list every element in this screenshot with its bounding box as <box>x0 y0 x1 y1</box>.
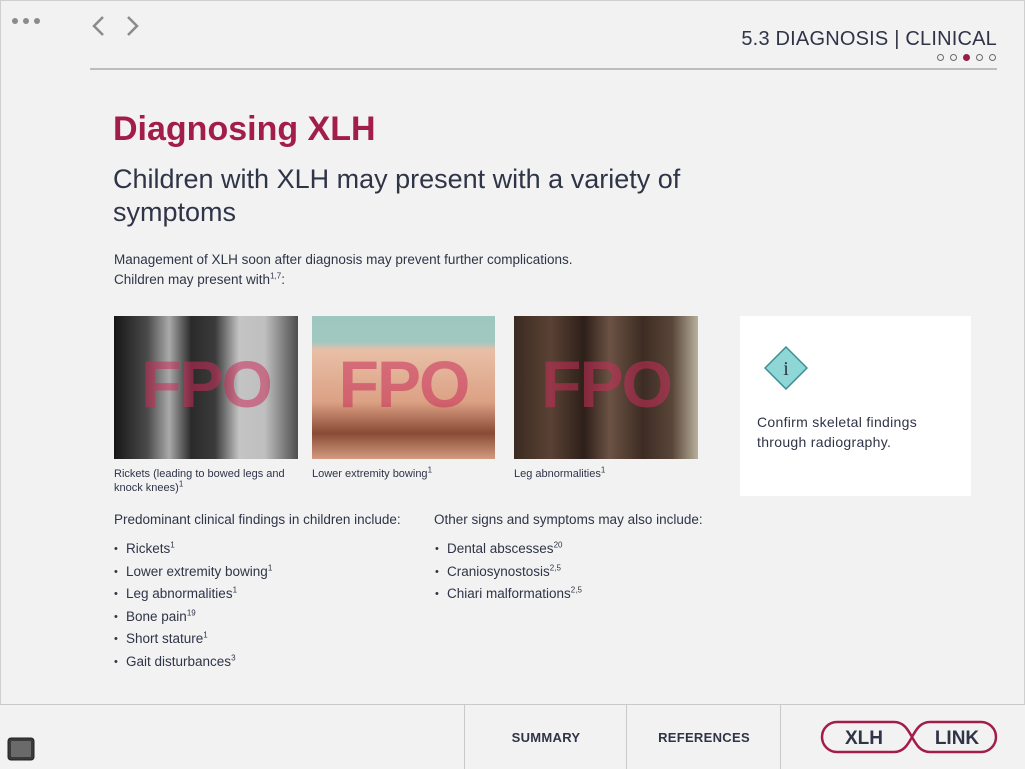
svg-text:i: i <box>783 358 789 380</box>
references-button[interactable]: REFERENCES <box>626 705 781 769</box>
list-item: Bone pain19 <box>114 606 272 629</box>
list-item: Leg abnormalities1 <box>114 583 272 606</box>
section-label: 5.3 DIAGNOSIS | CLINICAL <box>741 28 997 50</box>
image-caption: Lower extremity bowing1 <box>312 465 433 480</box>
info-card-text: Confirm skeletal findings through radiog… <box>757 414 918 450</box>
page-dot[interactable] <box>937 54 944 61</box>
list-item: Chiari malformations2,5 <box>435 583 582 606</box>
page-subtitle: Children with XLH may present with a var… <box>113 164 681 227</box>
summary-button[interactable]: SUMMARY <box>464 705 627 769</box>
xlh-link-logo[interactable]: XLH LINK <box>780 705 1025 769</box>
page-dot[interactable] <box>976 54 983 61</box>
fpo-placeholder: FPO <box>141 347 273 421</box>
more-menu-icon[interactable] <box>12 18 40 24</box>
intro-line: Management of XLH soon after diagnosis m… <box>114 252 573 267</box>
svg-text:XLH: XLH <box>845 728 883 749</box>
other-signs-heading: Other signs and symptoms may also includ… <box>434 512 703 527</box>
list-item: Craniosynostosis2,5 <box>435 561 582 584</box>
list-item: Rickets1 <box>114 538 272 561</box>
other-signs-list: Dental abscesses20 Craniosynostosis2,5 C… <box>435 538 582 606</box>
leg-abnormalities-image: FPO <box>514 316 698 459</box>
list-item: Lower extremity bowing1 <box>114 561 272 584</box>
svg-text:LINK: LINK <box>935 728 980 749</box>
intro-line: Children may present with1,7: <box>114 271 285 287</box>
rickets-image: FPO <box>114 316 298 459</box>
primary-findings-heading: Predominant clinical findings in childre… <box>114 512 401 527</box>
page-indicator[interactable] <box>937 54 996 61</box>
list-item: Dental abscesses20 <box>435 538 582 561</box>
info-diamond-icon: i <box>763 345 809 395</box>
fpo-placeholder: FPO <box>338 347 471 421</box>
list-item: Short stature1 <box>114 628 272 651</box>
chevron-left-icon[interactable] <box>88 12 112 40</box>
slides-thumbnail-icon[interactable] <box>7 737 35 761</box>
lower-extremity-bowing-image: FPO <box>312 316 495 459</box>
intro-text: Management of XLH soon after diagnosis m… <box>114 250 674 290</box>
page-dot-active[interactable] <box>963 54 970 61</box>
image-caption: Leg abnormalities1 <box>514 465 606 480</box>
primary-findings-list: Rickets1 Lower extremity bowing1 Leg abn… <box>114 538 272 673</box>
list-item: Gait disturbances3 <box>114 651 272 674</box>
fpo-placeholder: FPO <box>541 347 673 421</box>
page-title: Diagnosing XLH <box>113 110 376 148</box>
chevron-right-icon[interactable] <box>120 12 144 40</box>
image-caption: Rickets (leading to bowed legs and knock… <box>114 468 285 494</box>
footer-bar: SUMMARY REFERENCES XLH LINK <box>0 704 1025 769</box>
header-divider <box>90 68 997 70</box>
page-dot[interactable] <box>950 54 957 61</box>
info-card: i Confirm skeletal findings through radi… <box>740 316 971 496</box>
page-dot[interactable] <box>989 54 996 61</box>
